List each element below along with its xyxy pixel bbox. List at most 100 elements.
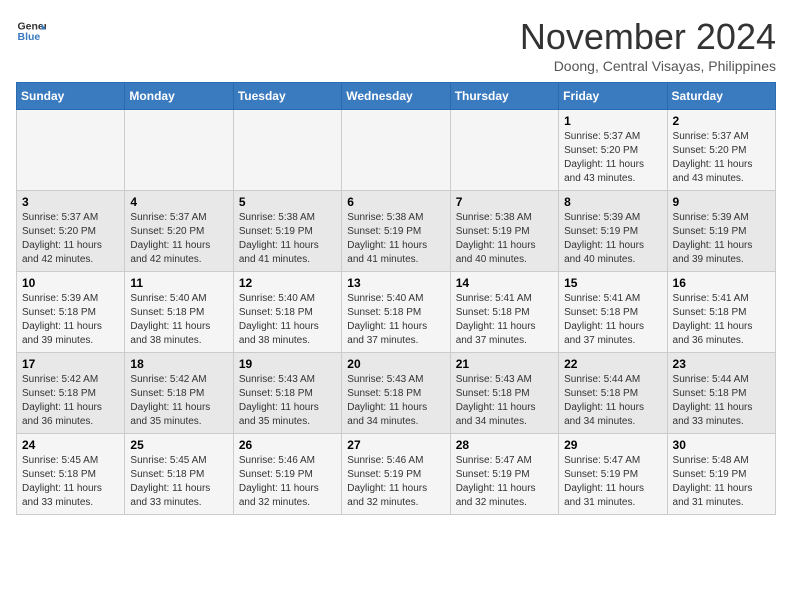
calendar-cell: 1 Sunrise: 5:37 AM Sunset: 5:20 PM Daylig…: [559, 110, 667, 191]
calendar-cell: 20 Sunrise: 5:43 AM Sunset: 5:18 PM Dayli…: [342, 353, 450, 434]
day-info: Sunrise: 5:42 AM Sunset: 5:18 PM Dayligh…: [130, 373, 227, 429]
day-number: 23: [673, 357, 770, 371]
day-info: Sunrise: 5:43 AM Sunset: 5:18 PM Dayligh…: [456, 373, 553, 429]
day-info: Sunrise: 5:46 AM Sunset: 5:19 PM Dayligh…: [239, 454, 336, 510]
calendar-week-2: 3 Sunrise: 5:37 AM Sunset: 5:20 PM Daylig…: [17, 191, 776, 272]
calendar-header: SundayMondayTuesdayWednesdayThursdayFrid…: [17, 83, 776, 110]
calendar-cell: 27 Sunrise: 5:46 AM Sunset: 5:19 PM Dayli…: [342, 434, 450, 515]
calendar-week-5: 24 Sunrise: 5:45 AM Sunset: 5:18 PM Dayli…: [17, 434, 776, 515]
day-info: Sunrise: 5:44 AM Sunset: 5:18 PM Dayligh…: [564, 373, 661, 429]
weekday-header-friday: Friday: [559, 83, 667, 110]
day-info: Sunrise: 5:42 AM Sunset: 5:18 PM Dayligh…: [22, 373, 119, 429]
weekday-header-tuesday: Tuesday: [233, 83, 341, 110]
calendar-body: 1 Sunrise: 5:37 AM Sunset: 5:20 PM Daylig…: [17, 110, 776, 515]
day-info: Sunrise: 5:40 AM Sunset: 5:18 PM Dayligh…: [130, 292, 227, 348]
day-info: Sunrise: 5:43 AM Sunset: 5:18 PM Dayligh…: [347, 373, 444, 429]
calendar-cell: 2 Sunrise: 5:37 AM Sunset: 5:20 PM Daylig…: [667, 110, 775, 191]
day-info: Sunrise: 5:38 AM Sunset: 5:19 PM Dayligh…: [347, 211, 444, 267]
day-info: Sunrise: 5:48 AM Sunset: 5:19 PM Dayligh…: [673, 454, 770, 510]
calendar-cell: 23 Sunrise: 5:44 AM Sunset: 5:18 PM Dayli…: [667, 353, 775, 434]
day-number: 21: [456, 357, 553, 371]
day-info: Sunrise: 5:37 AM Sunset: 5:20 PM Dayligh…: [564, 130, 661, 186]
day-number: 7: [456, 195, 553, 209]
calendar-cell: 18 Sunrise: 5:42 AM Sunset: 5:18 PM Dayli…: [125, 353, 233, 434]
day-number: 20: [347, 357, 444, 371]
title-block: November 2024 Doong, Central Visayas, Ph…: [520, 16, 776, 74]
day-info: Sunrise: 5:37 AM Sunset: 5:20 PM Dayligh…: [130, 211, 227, 267]
calendar-cell: 10 Sunrise: 5:39 AM Sunset: 5:18 PM Dayli…: [17, 272, 125, 353]
calendar-table: SundayMondayTuesdayWednesdayThursdayFrid…: [16, 82, 776, 515]
day-info: Sunrise: 5:45 AM Sunset: 5:18 PM Dayligh…: [22, 454, 119, 510]
calendar-week-4: 17Sunrise: 5:42 AM Sunset: 5:18 PM Dayli…: [17, 353, 776, 434]
day-info: Sunrise: 5:41 AM Sunset: 5:18 PM Dayligh…: [456, 292, 553, 348]
day-info: Sunrise: 5:39 AM Sunset: 5:19 PM Dayligh…: [564, 211, 661, 267]
day-number: 11: [130, 276, 227, 290]
day-number: 13: [347, 276, 444, 290]
day-info: Sunrise: 5:44 AM Sunset: 5:18 PM Dayligh…: [673, 373, 770, 429]
day-info: Sunrise: 5:38 AM Sunset: 5:19 PM Dayligh…: [239, 211, 336, 267]
logo-icon: General Blue: [16, 16, 46, 46]
day-info: Sunrise: 5:43 AM Sunset: 5:18 PM Dayligh…: [239, 373, 336, 429]
calendar-cell: [342, 110, 450, 191]
calendar-cell: 29Sunrise: 5:47 AM Sunset: 5:19 PM Dayli…: [559, 434, 667, 515]
day-number: 19: [239, 357, 336, 371]
weekday-header-thursday: Thursday: [450, 83, 558, 110]
day-info: Sunrise: 5:40 AM Sunset: 5:18 PM Dayligh…: [347, 292, 444, 348]
day-number: 8: [564, 195, 661, 209]
day-info: Sunrise: 5:41 AM Sunset: 5:18 PM Dayligh…: [564, 292, 661, 348]
day-number: 6: [347, 195, 444, 209]
day-number: 16: [673, 276, 770, 290]
day-number: 18: [130, 357, 227, 371]
day-number: 30: [673, 438, 770, 452]
day-number: 15: [564, 276, 661, 290]
day-number: 26: [239, 438, 336, 452]
day-number: 25: [130, 438, 227, 452]
day-number: 29: [564, 438, 661, 452]
location: Doong, Central Visayas, Philippines: [520, 58, 776, 74]
day-number: 27: [347, 438, 444, 452]
day-info: Sunrise: 5:46 AM Sunset: 5:19 PM Dayligh…: [347, 454, 444, 510]
calendar-cell: [233, 110, 341, 191]
logo: General Blue: [16, 16, 46, 46]
day-number: 10: [22, 276, 119, 290]
weekday-header-saturday: Saturday: [667, 83, 775, 110]
calendar-cell: 14 Sunrise: 5:41 AM Sunset: 5:18 PM Dayli…: [450, 272, 558, 353]
day-info: Sunrise: 5:39 AM Sunset: 5:18 PM Dayligh…: [22, 292, 119, 348]
calendar-cell: 15 Sunrise: 5:41 AM Sunset: 5:18 PM Dayli…: [559, 272, 667, 353]
calendar-cell: 4Sunrise: 5:37 AM Sunset: 5:20 PM Daylig…: [125, 191, 233, 272]
day-info: Sunrise: 5:37 AM Sunset: 5:20 PM Dayligh…: [673, 130, 770, 186]
calendar-cell: 26 Sunrise: 5:46 AM Sunset: 5:19 PM Dayli…: [233, 434, 341, 515]
calendar-cell: 11 Sunrise: 5:40 AM Sunset: 5:18 PM Dayli…: [125, 272, 233, 353]
page-header: General Blue November 2024 Doong, Centra…: [16, 16, 776, 74]
month-title: November 2024: [520, 16, 776, 58]
weekday-header-wednesday: Wednesday: [342, 83, 450, 110]
calendar-cell: 19 Sunrise: 5:43 AM Sunset: 5:18 PM Dayli…: [233, 353, 341, 434]
calendar-cell: 28Sunrise: 5:47 AM Sunset: 5:19 PM Dayli…: [450, 434, 558, 515]
day-info: Sunrise: 5:41 AM Sunset: 5:18 PM Dayligh…: [673, 292, 770, 348]
calendar-cell: 24 Sunrise: 5:45 AM Sunset: 5:18 PM Dayli…: [17, 434, 125, 515]
day-info: Sunrise: 5:39 AM Sunset: 5:19 PM Dayligh…: [673, 211, 770, 267]
day-number: 12: [239, 276, 336, 290]
calendar-cell: [450, 110, 558, 191]
day-number: 14: [456, 276, 553, 290]
day-number: 3: [22, 195, 119, 209]
svg-text:Blue: Blue: [18, 31, 41, 43]
day-number: 1: [564, 114, 661, 128]
day-number: 2: [673, 114, 770, 128]
weekday-row: SundayMondayTuesdayWednesdayThursdayFrid…: [17, 83, 776, 110]
day-info: Sunrise: 5:45 AM Sunset: 5:18 PM Dayligh…: [130, 454, 227, 510]
day-info: Sunrise: 5:40 AM Sunset: 5:18 PM Dayligh…: [239, 292, 336, 348]
day-number: 22: [564, 357, 661, 371]
calendar-cell: 30 Sunrise: 5:48 AM Sunset: 5:19 PM Dayli…: [667, 434, 775, 515]
calendar-cell: 5Sunrise: 5:38 AM Sunset: 5:19 PM Daylig…: [233, 191, 341, 272]
weekday-header-monday: Monday: [125, 83, 233, 110]
calendar-cell: 7 Sunrise: 5:38 AM Sunset: 5:19 PM Daylig…: [450, 191, 558, 272]
day-number: 24: [22, 438, 119, 452]
calendar-cell: 21 Sunrise: 5:43 AM Sunset: 5:18 PM Dayli…: [450, 353, 558, 434]
day-info: Sunrise: 5:37 AM Sunset: 5:20 PM Dayligh…: [22, 211, 119, 267]
calendar-cell: 12 Sunrise: 5:40 AM Sunset: 5:18 PM Dayli…: [233, 272, 341, 353]
calendar-cell: 22 Sunrise: 5:44 AM Sunset: 5:18 PM Dayli…: [559, 353, 667, 434]
day-info: Sunrise: 5:47 AM Sunset: 5:19 PM Dayligh…: [456, 454, 553, 510]
day-info: Sunrise: 5:38 AM Sunset: 5:19 PM Dayligh…: [456, 211, 553, 267]
weekday-header-sunday: Sunday: [17, 83, 125, 110]
